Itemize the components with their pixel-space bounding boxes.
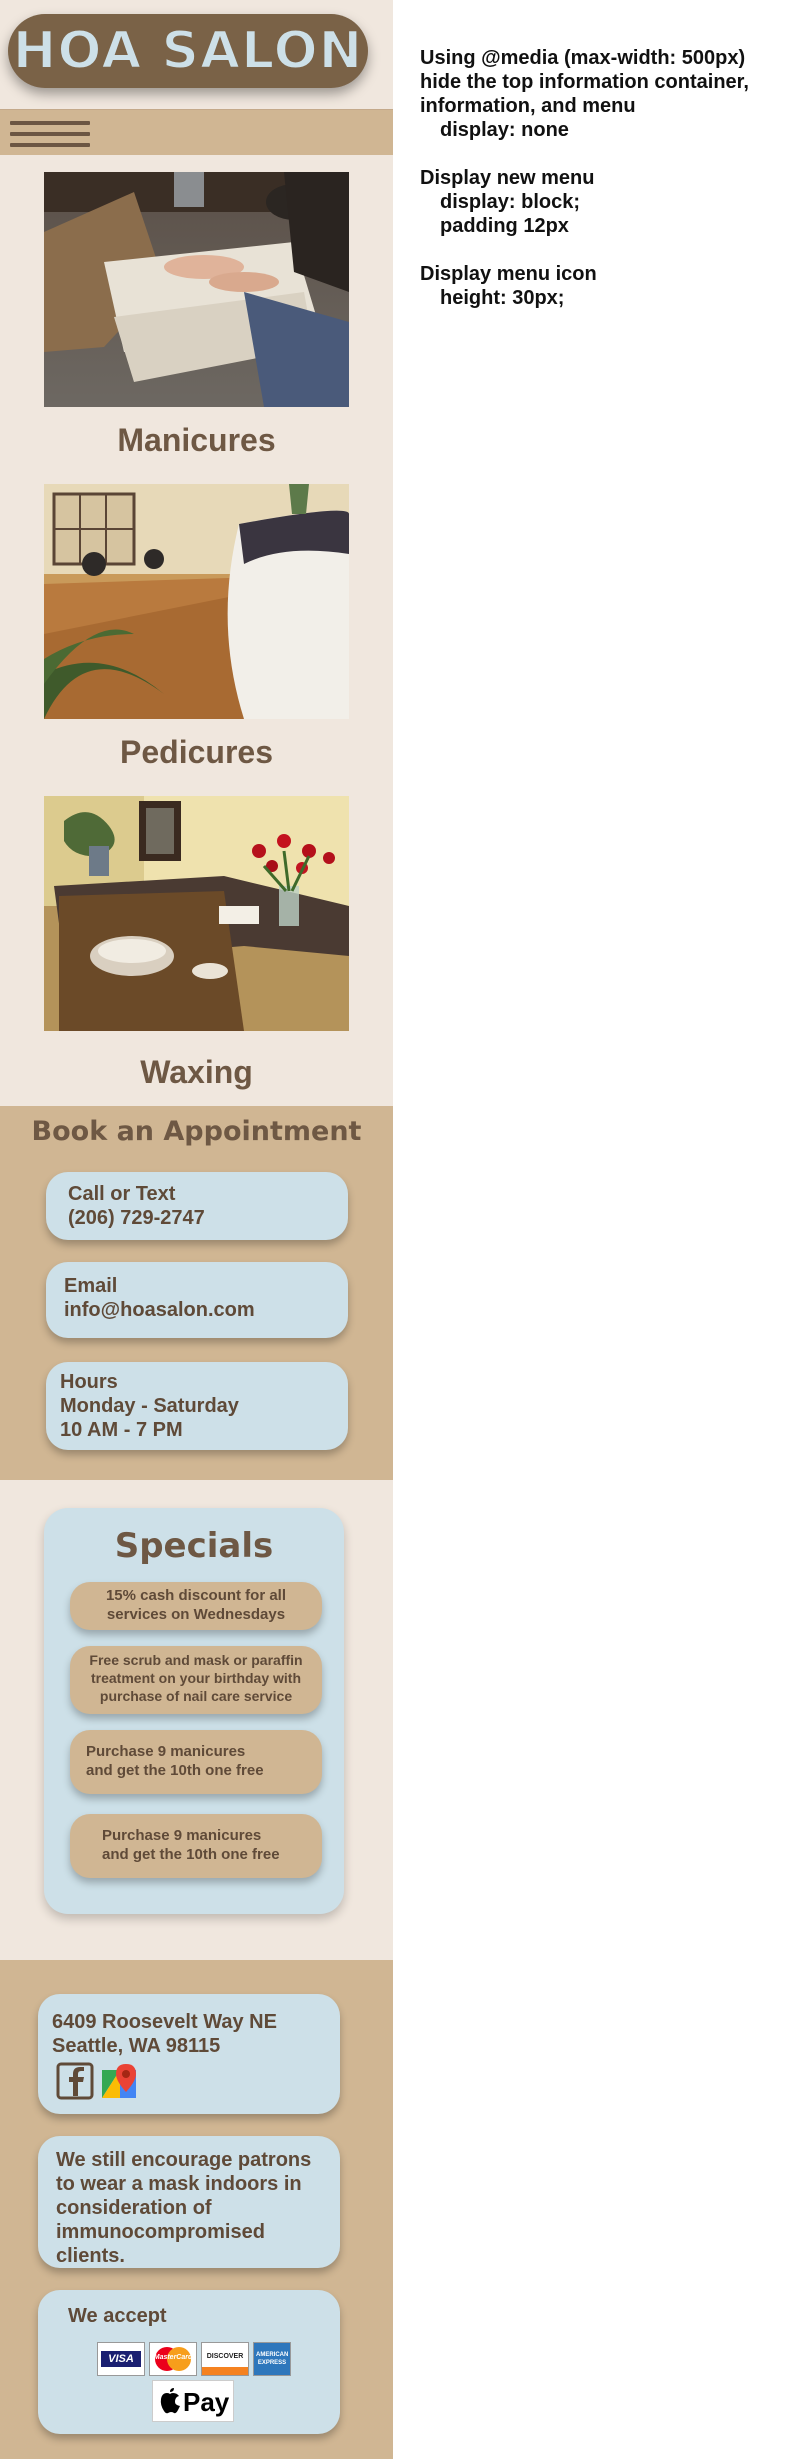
hours-days: Monday - Saturday	[60, 1395, 239, 1417]
special-item: Purchase 9 manicures and get the 10th on…	[70, 1730, 322, 1794]
special-text: services on Wednesdays	[106, 1606, 286, 1623]
manicure-photo	[44, 172, 349, 407]
special-item: Free scrub and mask or paraffin treatmen…	[70, 1646, 322, 1714]
specials-section: Specials 15% cash discount for all servi…	[44, 1508, 344, 1914]
special-text: Purchase 9 manicures	[86, 1743, 246, 1760]
address-card: 6409 Roosevelt Way NE Seattle, WA 98115	[38, 1994, 340, 2114]
notice-line: to wear a mask indoors in	[56, 2173, 302, 2195]
waxing-photo	[44, 796, 349, 1031]
notice-line: consideration of	[56, 2197, 212, 2219]
email-card[interactable]: Email info@hoasalon.com	[46, 1262, 348, 1338]
special-text: purchase of nail care service	[99, 1688, 293, 1704]
call-label: Call or Text	[68, 1183, 176, 1205]
address-line1: 6409 Roosevelt Way NE	[52, 2011, 277, 2033]
hours-time: 10 AM - 7 PM	[60, 1419, 183, 1441]
discover-icon: DISCOVER	[201, 2342, 249, 2376]
booking-heading: Book an Appointment	[31, 1116, 362, 1147]
hours-card: Hours Monday - Saturday 10 AM - 7 PM	[46, 1362, 348, 1450]
note-line: height: 30px;	[440, 287, 565, 309]
service-title-manicures: Manicures	[117, 422, 276, 458]
note-line: Display new menu	[420, 167, 595, 189]
payment-card: We accept VISA MasterCard DISCOVER AMERI…	[38, 2290, 340, 2434]
discover-text: DISCOVER	[206, 2353, 244, 2360]
service-title-pedicures: Pedicures	[120, 734, 273, 770]
amex-text: AMERICAN EXPRESS	[256, 2352, 289, 2366]
mastercard-text: MasterCard	[153, 2354, 193, 2361]
facebook-icon[interactable]	[56, 2062, 94, 2105]
map-icon[interactable]	[100, 2062, 138, 2105]
menu-bar	[0, 109, 393, 155]
footer: 6409 Roosevelt Way NE Seattle, WA 98115	[0, 1960, 393, 2459]
note-line: display: none	[440, 119, 569, 141]
special-text: and get the 10th one free	[86, 1762, 264, 1779]
note-line: Display menu icon	[420, 263, 597, 285]
css-notes: Using @media (max-width: 500px) hide the…	[420, 46, 790, 310]
special-text: Free scrub and mask or paraffin	[89, 1652, 303, 1668]
menu-icon[interactable]	[10, 119, 90, 149]
booking-section: Book an Appointment Call or Text (206) 7…	[0, 1106, 393, 1480]
pedicure-photo	[44, 484, 349, 719]
note-line: padding 12px	[440, 215, 569, 237]
mask-notice-card: We still encourage patrons to wear a mas…	[38, 2136, 340, 2268]
specials-heading: Specials	[114, 1526, 274, 1566]
apple-pay-icon: Pay	[152, 2380, 234, 2422]
special-item: Purchase 9 manicures and get the 10th on…	[70, 1814, 322, 1878]
notice-line: clients.	[56, 2245, 125, 2267]
mastercard-icon: MasterCard	[149, 2342, 197, 2376]
special-text: treatment on your birthday with	[90, 1670, 301, 1686]
phone-number[interactable]: (206) 729-2747	[68, 1206, 205, 1230]
mobile-preview: HOA SALON Manicures Pedicures Waxing Boo…	[0, 0, 393, 2459]
accept-label: We accept	[68, 2305, 167, 2327]
address-line2: Seattle, WA 98115	[52, 2035, 221, 2057]
apple-pay-text: Pay	[183, 2387, 230, 2417]
email-address[interactable]: info@hoasalon.com	[64, 1298, 255, 1322]
hours-label: Hours	[60, 1371, 118, 1393]
call-card[interactable]: Call or Text (206) 729-2747	[46, 1172, 348, 1240]
special-text: and get the 10th one free	[102, 1846, 280, 1863]
brand-logo[interactable]: HOA SALON	[8, 14, 368, 88]
notice-line: We still encourage patrons	[56, 2149, 312, 2171]
visa-icon: VISA	[97, 2342, 145, 2376]
amex-icon: AMERICAN EXPRESS	[253, 2342, 291, 2376]
special-text: 15% cash discount for all	[105, 1587, 287, 1604]
note-line: display: block;	[440, 191, 581, 213]
visa-text: VISA	[101, 2351, 141, 2367]
note-line: Using @media (max-width: 500px)	[420, 47, 746, 69]
notice-line: immunocompromised	[56, 2221, 265, 2243]
service-title-waxing: Waxing	[140, 1054, 253, 1090]
brand-title: HOA SALON	[12, 20, 364, 82]
email-label: Email	[64, 1275, 118, 1297]
special-text: Purchase 9 manicures	[102, 1827, 262, 1844]
note-line: information, and menu	[420, 95, 636, 117]
special-item: 15% cash discount for all services on We…	[70, 1582, 322, 1630]
note-line: hide the top information container,	[420, 71, 749, 93]
